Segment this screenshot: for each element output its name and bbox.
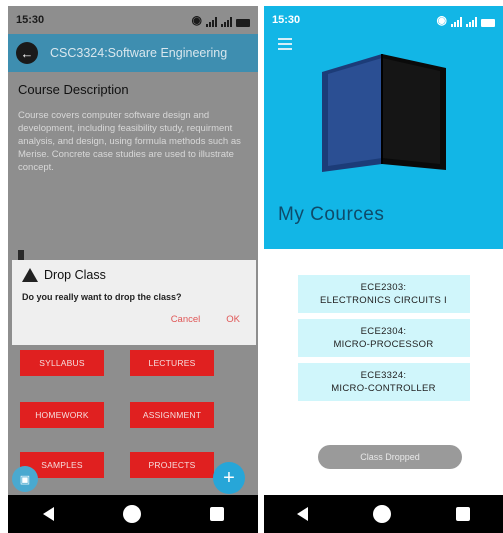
wifi-icon: ◉ bbox=[436, 13, 447, 27]
projects-button[interactable]: PROJECTS bbox=[130, 452, 214, 478]
nav-home-icon[interactable] bbox=[372, 505, 391, 523]
my-courses-screen: 15:30 ◉ My Cources ECE2303: ELECTRONICS … bbox=[264, 6, 503, 533]
nav-home-icon[interactable] bbox=[122, 505, 141, 523]
toast-message: Class Dropped bbox=[318, 445, 462, 469]
plus-icon[interactable]: + bbox=[213, 462, 245, 494]
battery-icon bbox=[481, 19, 495, 27]
syllabus-button[interactable]: SYLLABUS bbox=[20, 350, 104, 376]
signal-icon bbox=[466, 17, 477, 27]
wifi-icon: ◉ bbox=[191, 13, 202, 27]
course-name: MICRO-PROCESSOR bbox=[333, 339, 434, 350]
homework-button[interactable]: HOMEWORK bbox=[20, 402, 104, 428]
battery-icon bbox=[236, 19, 250, 27]
nav-recent-icon[interactable] bbox=[209, 507, 224, 521]
page-title: My Cources bbox=[278, 204, 385, 225]
back-arrow-icon[interactable]: ← bbox=[16, 42, 38, 64]
dialog-title: Drop Class bbox=[44, 268, 106, 282]
status-time: 15:30 bbox=[16, 14, 45, 26]
dialog-message: Do you really want to drop the class? bbox=[22, 292, 182, 302]
course-list: ECE2303: ELECTRONICS CIRCUITS I ECE2304:… bbox=[264, 249, 503, 401]
course-code: ECE2304: bbox=[360, 326, 407, 337]
page-title: CSC3324:Software Engineering bbox=[50, 46, 228, 60]
app-bar: ← CSC3324:Software Engineering bbox=[8, 34, 258, 72]
course-content: Course Description Course covers compute… bbox=[8, 72, 258, 494]
course-detail-screen: 15:30 ◉ ← CSC3324:Software Engineering C… bbox=[8, 6, 258, 533]
nav-back-icon[interactable] bbox=[42, 507, 54, 521]
secondary-fab-icon[interactable]: ▣ bbox=[12, 466, 38, 492]
status-time: 15:30 bbox=[272, 14, 301, 26]
menu-icon[interactable] bbox=[278, 38, 292, 53]
obscured-text-fragment bbox=[18, 250, 24, 260]
section-heading: Course Description bbox=[18, 82, 129, 97]
course-name: MICRO-CONTROLLER bbox=[331, 383, 436, 394]
assignment-button[interactable]: ASSIGNMENT bbox=[130, 402, 214, 428]
book-icon bbox=[322, 54, 446, 172]
warning-icon bbox=[22, 268, 38, 282]
course-description-text: Course covers computer software design a… bbox=[18, 110, 241, 173]
system-nav-bar bbox=[8, 495, 258, 533]
course-card[interactable]: ECE2304: MICRO-PROCESSOR bbox=[297, 319, 470, 357]
ok-button[interactable]: OK bbox=[226, 314, 240, 325]
course-card[interactable]: ECE2303: ELECTRONICS CIRCUITS I bbox=[297, 275, 470, 313]
nav-recent-icon[interactable] bbox=[456, 507, 471, 521]
signal-icon bbox=[451, 17, 462, 27]
course-code: ECE3324: bbox=[360, 370, 407, 381]
status-bar: 15:30 ◉ bbox=[8, 6, 258, 34]
system-nav-bar bbox=[264, 495, 503, 533]
nav-back-icon[interactable] bbox=[296, 507, 308, 521]
course-code: ECE2303: bbox=[360, 282, 407, 293]
signal-icon bbox=[221, 17, 232, 27]
course-name: ELECTRONICS CIRCUITS I bbox=[320, 295, 447, 306]
lectures-button[interactable]: LECTURES bbox=[130, 350, 214, 376]
drop-class-dialog: Drop Class Do you really want to drop th… bbox=[12, 260, 256, 345]
status-bar: 15:30 ◉ bbox=[264, 6, 503, 34]
signal-icon bbox=[206, 17, 217, 27]
header-banner: My Cources bbox=[264, 34, 503, 249]
course-card[interactable]: ECE3324: MICRO-CONTROLLER bbox=[297, 363, 470, 401]
cancel-button[interactable]: Cancel bbox=[171, 314, 201, 325]
